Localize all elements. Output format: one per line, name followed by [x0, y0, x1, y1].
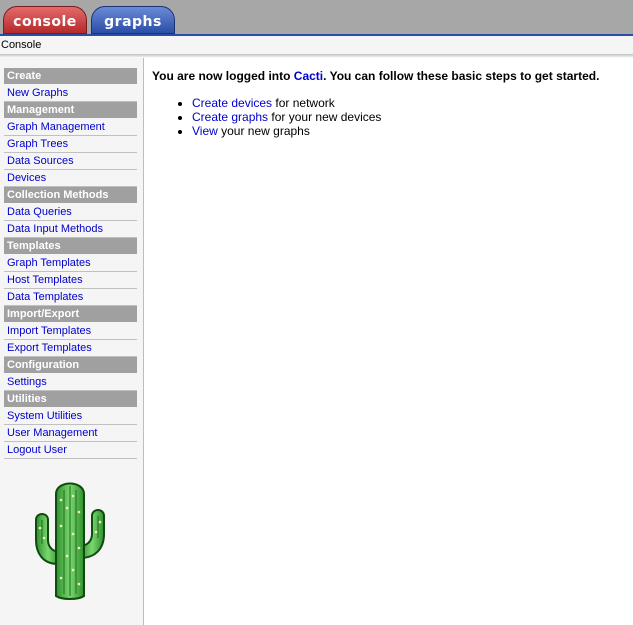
- step-text: for network: [272, 96, 335, 110]
- menu-item-host-templates[interactable]: Host Templates: [4, 272, 137, 289]
- sidebar: Create New Graphs Management Graph Manag…: [0, 58, 144, 625]
- create-devices-link[interactable]: Create devices: [192, 96, 272, 110]
- menu-item-export-templates[interactable]: Export Templates: [4, 340, 137, 357]
- menu-header-import-export: Import/Export: [4, 306, 137, 322]
- cactus-logo-icon: [35, 482, 105, 600]
- create-graphs-link[interactable]: Create graphs: [192, 110, 268, 124]
- menu-item-graph-management[interactable]: Graph Management: [4, 119, 137, 136]
- step-text: your new graphs: [217, 124, 310, 138]
- steps-list: Create devices for network Create graphs…: [152, 96, 622, 138]
- menu-item-data-templates[interactable]: Data Templates: [4, 289, 137, 306]
- menu-header-management: Management: [4, 102, 137, 118]
- view-link[interactable]: View: [192, 124, 218, 138]
- menu-header-templates: Templates: [4, 238, 137, 254]
- list-item: View your new graphs: [192, 124, 622, 138]
- menu-item-devices[interactable]: Devices: [4, 170, 137, 187]
- step-text: for your new devices: [268, 110, 382, 124]
- sidebar-menu: Create New Graphs Management Graph Manag…: [4, 68, 137, 459]
- menu-item-logout-user[interactable]: Logout User: [4, 442, 137, 459]
- menu-item-new-graphs[interactable]: New Graphs: [4, 85, 137, 102]
- breadcrumb-bar: Console: [0, 36, 633, 55]
- menu-item-data-sources[interactable]: Data Sources: [4, 153, 137, 170]
- menu-header-create: Create: [4, 68, 137, 84]
- tab-console[interactable]: console: [3, 6, 87, 34]
- cacti-link[interactable]: Cacti: [294, 69, 323, 83]
- menu-header-configuration: Configuration: [4, 357, 137, 373]
- menu-header-utilities: Utilities: [4, 391, 137, 407]
- menu-item-graph-templates[interactable]: Graph Templates: [4, 255, 137, 272]
- menu-item-data-input-methods[interactable]: Data Input Methods: [4, 221, 137, 238]
- welcome-prefix: You are now logged into: [152, 69, 294, 83]
- top-tab-bar: console graphs: [0, 0, 633, 34]
- menu-item-import-templates[interactable]: Import Templates: [4, 323, 137, 340]
- menu-item-system-utilities[interactable]: System Utilities: [4, 408, 137, 425]
- menu-item-data-queries[interactable]: Data Queries: [4, 204, 137, 221]
- list-item: Create graphs for your new devices: [192, 110, 622, 124]
- welcome-suffix: . You can follow these basic steps to ge…: [323, 69, 600, 83]
- main-content: You are now logged into Cacti. You can f…: [152, 69, 622, 138]
- breadcrumb: Console: [1, 39, 42, 51]
- menu-header-collection-methods: Collection Methods: [4, 187, 137, 203]
- menu-item-graph-trees[interactable]: Graph Trees: [4, 136, 137, 153]
- menu-item-user-management[interactable]: User Management: [4, 425, 137, 442]
- menu-item-settings[interactable]: Settings: [4, 374, 137, 391]
- tab-graphs[interactable]: graphs: [91, 6, 175, 34]
- welcome-text: You are now logged into Cacti. You can f…: [152, 69, 622, 83]
- list-item: Create devices for network: [192, 96, 622, 110]
